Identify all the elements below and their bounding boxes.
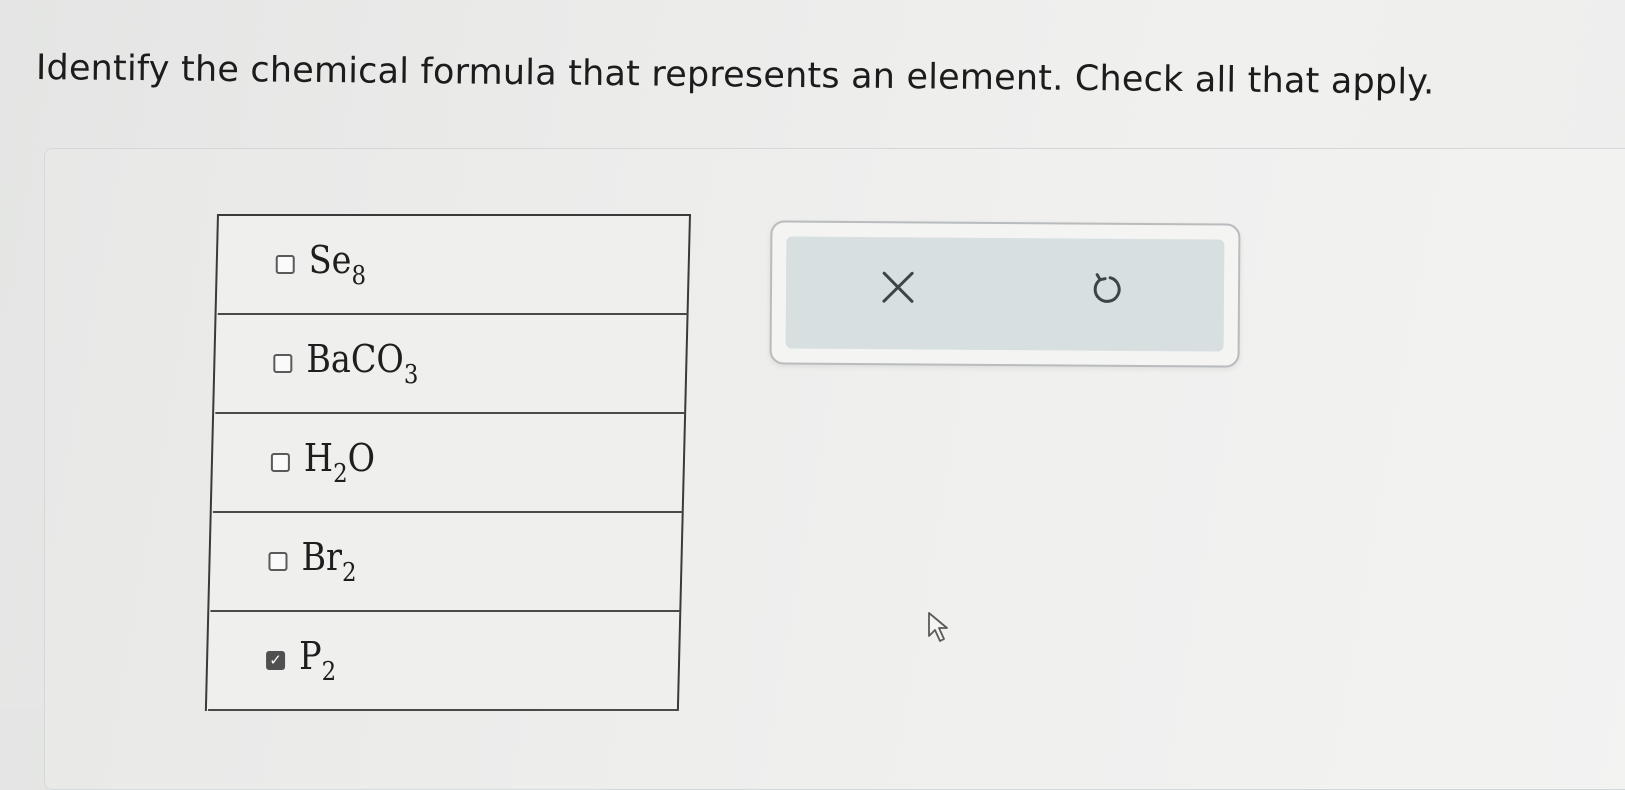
option-row[interactable]: Se8: [217, 216, 688, 315]
option-formula: P2: [299, 634, 337, 687]
question-text: Identify the chemical formula that repre…: [35, 48, 1435, 103]
checkbox[interactable]: ✓: [266, 651, 286, 670]
option-row[interactable]: Br2: [210, 513, 681, 612]
answer-toolbox: [769, 220, 1241, 368]
checkbox[interactable]: [270, 453, 290, 472]
checkbox[interactable]: [273, 354, 293, 373]
option-row[interactable]: H2O: [212, 414, 683, 513]
options-list: Se8 BaCO3 H2O Br2 ✓ P2: [204, 214, 691, 711]
option-formula: Se8: [308, 238, 367, 291]
reset-button[interactable]: [1076, 258, 1136, 318]
option-formula: Br2: [301, 535, 357, 588]
mouse-cursor-icon: [928, 612, 948, 642]
checkmark-icon: ✓: [269, 651, 282, 669]
toolbox-body: [785, 236, 1225, 352]
option-row[interactable]: BaCO3: [215, 315, 686, 414]
clear-button[interactable]: [868, 257, 928, 317]
option-formula: BaCO3: [306, 337, 419, 390]
checkbox[interactable]: [268, 552, 288, 571]
x-icon: [882, 271, 914, 303]
checkbox[interactable]: [275, 255, 295, 274]
option-row[interactable]: ✓ P2: [208, 612, 679, 711]
undo-icon: [1093, 273, 1121, 303]
option-formula: H2O: [303, 436, 376, 489]
